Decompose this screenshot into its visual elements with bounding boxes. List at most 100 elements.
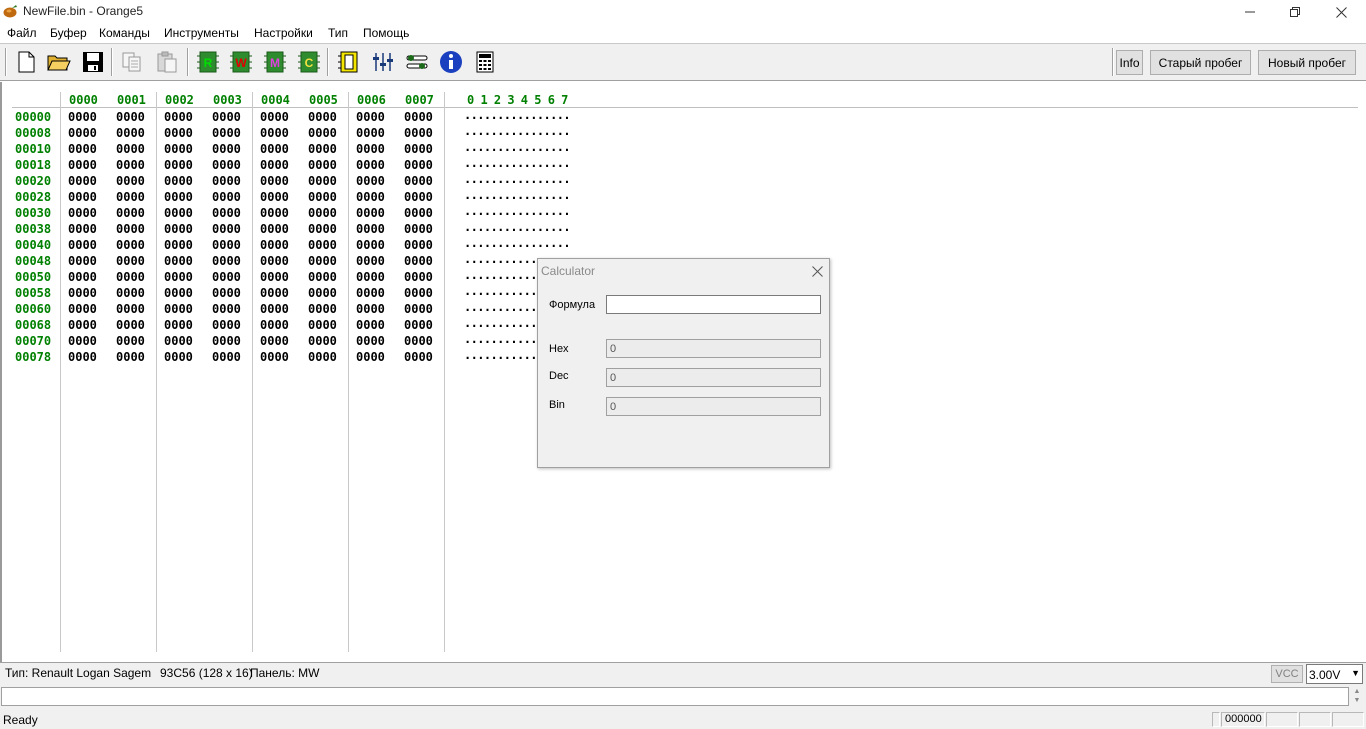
hex-cell[interactable]: 0000 <box>116 126 145 140</box>
hex-cell[interactable]: 0000 <box>212 334 241 348</box>
hex-cell[interactable]: 0000 <box>116 270 145 284</box>
ascii-row[interactable]: ................ <box>464 108 571 122</box>
hex-cell[interactable]: 0000 <box>260 158 289 172</box>
chip-button[interactable] <box>337 50 361 74</box>
hex-cell[interactable]: 0000 <box>308 286 337 300</box>
hex-cell[interactable]: 0000 <box>260 286 289 300</box>
open-button[interactable] <box>47 50 71 74</box>
hex-cell[interactable]: 0000 <box>260 222 289 236</box>
hex-field[interactable]: 0 <box>606 339 821 358</box>
hex-cell[interactable]: 0000 <box>212 238 241 252</box>
hex-cell[interactable]: 0000 <box>260 174 289 188</box>
hex-cell[interactable]: 0000 <box>68 222 97 236</box>
hex-cell[interactable]: 0000 <box>116 254 145 268</box>
hex-cell[interactable]: 0000 <box>404 270 433 284</box>
hex-cell[interactable]: 0000 <box>260 270 289 284</box>
hex-cell[interactable]: 0000 <box>356 350 385 364</box>
hex-cell[interactable]: 0000 <box>404 126 433 140</box>
hex-cell[interactable]: 0000 <box>116 222 145 236</box>
hex-cell[interactable]: 0000 <box>116 350 145 364</box>
hex-cell[interactable]: 0000 <box>68 126 97 140</box>
paste-button[interactable] <box>155 50 179 74</box>
hex-cell[interactable]: 0000 <box>212 254 241 268</box>
close-button[interactable] <box>1318 0 1364 24</box>
new-file-button[interactable] <box>14 50 38 74</box>
menu-settings[interactable]: Настройки <box>254 26 313 40</box>
hex-cell[interactable]: 0000 <box>404 174 433 188</box>
m-chip-button[interactable]: M <box>263 50 287 74</box>
menu-type[interactable]: Тип <box>328 26 348 40</box>
hex-cell[interactable]: 0000 <box>308 174 337 188</box>
c-chip-button[interactable]: C <box>297 50 321 74</box>
tools-button[interactable] <box>405 50 429 74</box>
hex-cell[interactable]: 0000 <box>116 286 145 300</box>
hex-cell[interactable]: 0000 <box>164 286 193 300</box>
minimize-button[interactable] <box>1227 0 1273 24</box>
hex-cell[interactable]: 0000 <box>308 190 337 204</box>
ascii-row[interactable]: ................ <box>464 188 571 202</box>
hex-cell[interactable]: 0000 <box>116 318 145 332</box>
hex-cell[interactable]: 0000 <box>404 206 433 220</box>
hex-cell[interactable]: 0000 <box>356 318 385 332</box>
hex-cell[interactable]: 0000 <box>308 238 337 252</box>
hex-cell[interactable]: 0000 <box>164 350 193 364</box>
hex-cell[interactable]: 0000 <box>308 302 337 316</box>
hex-cell[interactable]: 0000 <box>260 142 289 156</box>
ascii-row[interactable]: ................ <box>464 156 571 170</box>
info-icon-button[interactable] <box>439 50 463 74</box>
hex-cell[interactable]: 0000 <box>356 174 385 188</box>
hex-cell[interactable]: 0000 <box>164 174 193 188</box>
menu-buffer[interactable]: Буфер <box>50 26 87 40</box>
hex-cell[interactable]: 0000 <box>260 110 289 124</box>
hex-cell[interactable]: 0000 <box>116 206 145 220</box>
hex-cell[interactable]: 0000 <box>212 350 241 364</box>
hex-cell[interactable]: 0000 <box>212 286 241 300</box>
menu-file[interactable]: Файл <box>7 26 37 40</box>
dec-field[interactable]: 0 <box>606 368 821 387</box>
hex-cell[interactable]: 0000 <box>308 270 337 284</box>
menu-commands[interactable]: Команды <box>99 26 150 40</box>
hex-cell[interactable]: 0000 <box>356 286 385 300</box>
ascii-row[interactable]: ................ <box>464 236 571 250</box>
hex-cell[interactable]: 0000 <box>404 286 433 300</box>
hex-cell[interactable]: 0000 <box>116 158 145 172</box>
hex-cell[interactable]: 0000 <box>212 158 241 172</box>
hex-cell[interactable]: 0000 <box>68 190 97 204</box>
hex-cell[interactable]: 0000 <box>68 318 97 332</box>
hex-cell[interactable]: 0000 <box>68 238 97 252</box>
hex-cell[interactable]: 0000 <box>260 254 289 268</box>
hex-cell[interactable]: 0000 <box>116 190 145 204</box>
hex-cell[interactable]: 0000 <box>356 206 385 220</box>
hex-cell[interactable]: 0000 <box>404 110 433 124</box>
command-spin[interactable]: ▲ ▼ <box>1350 687 1364 706</box>
write-chip-button[interactable]: W <box>229 50 253 74</box>
hex-cell[interactable]: 0000 <box>164 110 193 124</box>
hex-cell[interactable]: 0000 <box>68 158 97 172</box>
hex-cell[interactable]: 0000 <box>260 190 289 204</box>
hex-cell[interactable]: 0000 <box>164 158 193 172</box>
hex-cell[interactable]: 0000 <box>68 334 97 348</box>
hex-cell[interactable]: 0000 <box>68 302 97 316</box>
read-chip-button[interactable]: R <box>196 50 220 74</box>
hex-cell[interactable]: 0000 <box>68 270 97 284</box>
hex-cell[interactable]: 0000 <box>308 350 337 364</box>
ascii-row[interactable]: ................ <box>464 172 571 186</box>
hex-cell[interactable]: 0000 <box>260 238 289 252</box>
save-button[interactable] <box>81 50 105 74</box>
hex-cell[interactable]: 0000 <box>356 110 385 124</box>
hex-cell[interactable]: 0000 <box>404 302 433 316</box>
hex-cell[interactable]: 0000 <box>164 334 193 348</box>
hex-cell[interactable]: 0000 <box>308 254 337 268</box>
calculator-button[interactable] <box>473 50 497 74</box>
hex-cell[interactable]: 0000 <box>164 254 193 268</box>
ascii-row[interactable]: ................ <box>464 140 571 154</box>
hex-cell[interactable]: 0000 <box>164 318 193 332</box>
formula-input[interactable] <box>606 295 821 314</box>
hex-cell[interactable]: 0000 <box>356 270 385 284</box>
hex-cell[interactable]: 0000 <box>212 318 241 332</box>
hex-cell[interactable]: 0000 <box>356 238 385 252</box>
hex-cell[interactable]: 0000 <box>308 126 337 140</box>
hex-cell[interactable]: 0000 <box>212 174 241 188</box>
hex-cell[interactable]: 0000 <box>308 222 337 236</box>
hex-cell[interactable]: 0000 <box>404 158 433 172</box>
